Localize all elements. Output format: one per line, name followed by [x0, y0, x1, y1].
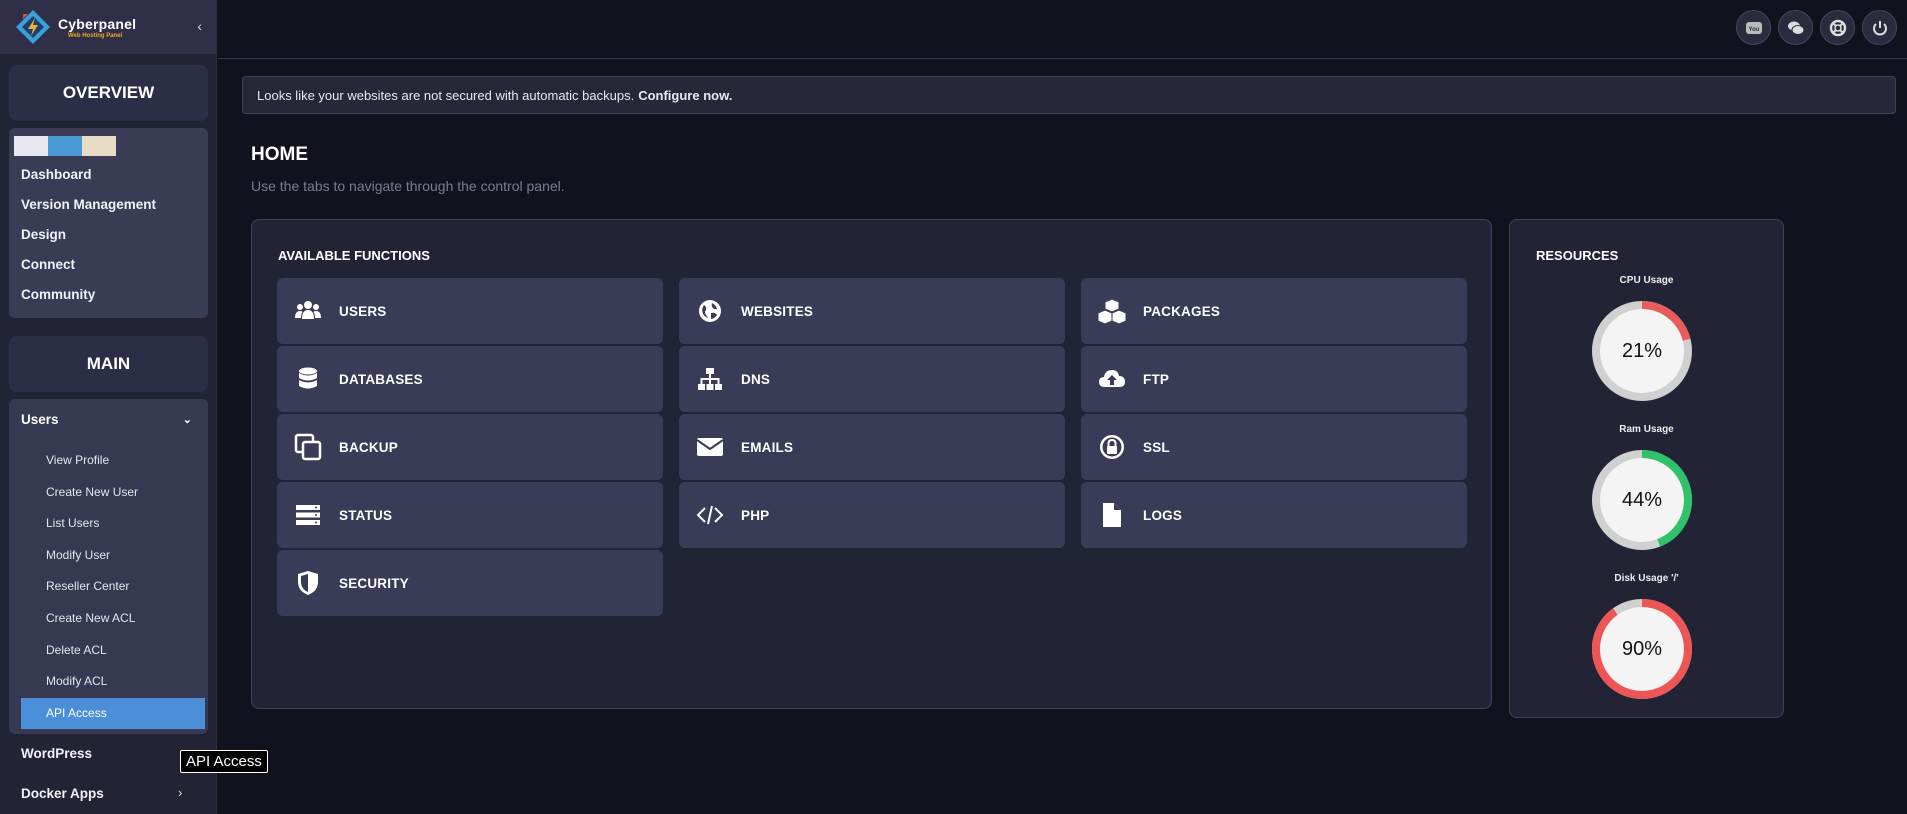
submenu-view-profile[interactable]: View Profile: [9, 445, 208, 477]
submenu-api-access[interactable]: API Access: [21, 697, 205, 730]
function-ssl-label: SSL: [1143, 439, 1170, 455]
sidebar-item-version-management[interactable]: Version Management: [9, 190, 208, 220]
cpu-usage-value: 21%: [1621, 339, 1663, 362]
code-icon: [696, 505, 724, 525]
submenu-delete-acl[interactable]: Delete ACL: [9, 635, 208, 667]
ram-usage-label: Ram Usage: [1619, 424, 1674, 435]
sidebar-item-docker-apps[interactable]: Docker Apps: [21, 786, 104, 801]
theme-swatch-blue[interactable]: [48, 136, 82, 156]
function-status-label: STATUS: [339, 507, 393, 523]
sitemap-icon: [698, 368, 722, 390]
function-logs[interactable]: LOGS: [1081, 482, 1467, 548]
function-dns[interactable]: DNS: [679, 346, 1065, 412]
function-databases[interactable]: DATABASES: [277, 346, 663, 412]
main-header: MAIN: [9, 336, 208, 392]
ram-usage-value: 44%: [1621, 488, 1663, 511]
function-packages[interactable]: PACKAGES: [1081, 278, 1467, 344]
disk-usage-label: Disk Usage '/': [1614, 573, 1679, 584]
disk-usage-value: 90%: [1621, 637, 1663, 660]
function-security-label: SECURITY: [339, 575, 409, 591]
envelope-icon: [696, 438, 724, 456]
svg-text:You: You: [1748, 27, 1759, 33]
function-emails-label: EMAILS: [741, 439, 794, 455]
globe-icon: [699, 300, 721, 322]
functions-panel: AVAILABLE FUNCTIONS USERS WEBSITES PACKA…: [251, 219, 1492, 709]
power-icon[interactable]: [1862, 10, 1897, 45]
submenu-create-new-user[interactable]: Create New User: [9, 477, 208, 509]
submenu-list-users[interactable]: List Users: [9, 508, 208, 540]
lock-icon: [1100, 435, 1124, 459]
function-ftp-label: FTP: [1143, 371, 1170, 387]
topbar: You: [218, 0, 1907, 59]
function-users[interactable]: USERS: [277, 278, 663, 344]
theme-swatch-beige[interactable]: [82, 136, 116, 156]
users-group-label: Users: [21, 411, 59, 427]
function-backup-label: BACKUP: [339, 439, 398, 455]
submenu-reseller-center[interactable]: Reseller Center: [9, 571, 208, 603]
sidebar-collapse-icon[interactable]: ‹: [197, 18, 202, 34]
overview-menu: Dashboard Version Management Design Conn…: [9, 128, 208, 318]
cloud-upload-icon: [1099, 370, 1125, 387]
alert-text: Looks like your websites are not secured…: [257, 87, 635, 103]
chat-icon[interactable]: [1778, 10, 1813, 45]
cpu-usage-label: CPU Usage: [1619, 275, 1674, 286]
theme-swatch-light[interactable]: [14, 136, 48, 156]
sidebar: Cyberpanel Web Hosting Panel ‹ OVERVIEW …: [0, 0, 217, 814]
sidebar-item-users[interactable]: Users ⌄: [9, 399, 208, 439]
ram-usage-gauge: 44%: [1591, 449, 1693, 551]
function-backup[interactable]: BACKUP: [277, 414, 663, 480]
chevron-down-icon: ⌄: [182, 413, 192, 426]
submenu-modify-acl[interactable]: Modify ACL: [9, 666, 208, 698]
brand-tagline: Web Hosting Panel: [68, 32, 123, 39]
database-icon: [299, 367, 317, 389]
disk-usage-gauge: 90%: [1591, 598, 1693, 700]
users-menu: Users ⌄ View Profile Create New User Lis…: [9, 399, 208, 734]
support-icon[interactable]: [1820, 10, 1855, 45]
function-php[interactable]: PHP: [679, 482, 1065, 548]
function-php-label: PHP: [741, 507, 770, 523]
function-websites[interactable]: WEBSITES: [679, 278, 1065, 344]
functions-title: AVAILABLE FUNCTIONS: [278, 248, 430, 263]
function-ftp[interactable]: FTP: [1081, 346, 1467, 412]
function-websites-label: WEBSITES: [741, 303, 814, 319]
function-dns-label: DNS: [741, 371, 771, 387]
cyberpanel-logo-icon: [14, 8, 52, 46]
submenu-modify-user[interactable]: Modify User: [9, 540, 208, 572]
shield-icon: [298, 571, 318, 595]
brand-logo[interactable]: Cyberpanel Web Hosting Panel ‹: [0, 0, 216, 54]
configure-now-link[interactable]: Configure now.: [638, 88, 732, 103]
users-icon: [295, 301, 321, 319]
tooltip: API Access: [180, 750, 268, 773]
sidebar-item-dashboard[interactable]: Dashboard: [9, 160, 208, 190]
function-packages-label: PACKAGES: [1143, 303, 1221, 319]
chevron-right-icon: ›: [178, 785, 183, 800]
function-emails[interactable]: EMAILS: [679, 414, 1065, 480]
resources-panel: RESOURCES CPU Usage 21% Ram Usage 44% Di…: [1509, 219, 1784, 718]
sidebar-item-connect[interactable]: Connect: [9, 250, 208, 280]
function-status[interactable]: STATUS: [277, 482, 663, 548]
theme-swatches: [9, 128, 208, 156]
page-subtitle: Use the tabs to navigate through the con…: [251, 178, 565, 194]
resources-title: RESOURCES: [1536, 248, 1619, 263]
cubes-icon: [1098, 298, 1126, 325]
backup-alert: Looks like your websites are not secured…: [242, 76, 1896, 114]
page-title: HOME: [251, 144, 308, 165]
server-icon: [296, 505, 320, 525]
sidebar-item-community[interactable]: Community: [9, 280, 208, 310]
function-users-label: USERS: [339, 303, 387, 319]
cpu-usage-gauge: 21%: [1591, 300, 1693, 402]
function-security[interactable]: SECURITY: [277, 550, 663, 616]
sidebar-item-wordpress[interactable]: WordPress: [21, 746, 92, 761]
submenu-create-new-acl[interactable]: Create New ACL: [9, 603, 208, 635]
overview-header: OVERVIEW: [9, 65, 208, 121]
file-icon: [1103, 503, 1121, 527]
youtube-icon[interactable]: You: [1736, 10, 1771, 45]
function-ssl[interactable]: SSL: [1081, 414, 1467, 480]
copy-icon: [294, 433, 322, 461]
function-logs-label: LOGS: [1143, 507, 1183, 523]
brand-name: Cyberpanel: [58, 15, 137, 32]
sidebar-item-design[interactable]: Design: [9, 220, 208, 250]
function-databases-label: DATABASES: [339, 371, 423, 387]
